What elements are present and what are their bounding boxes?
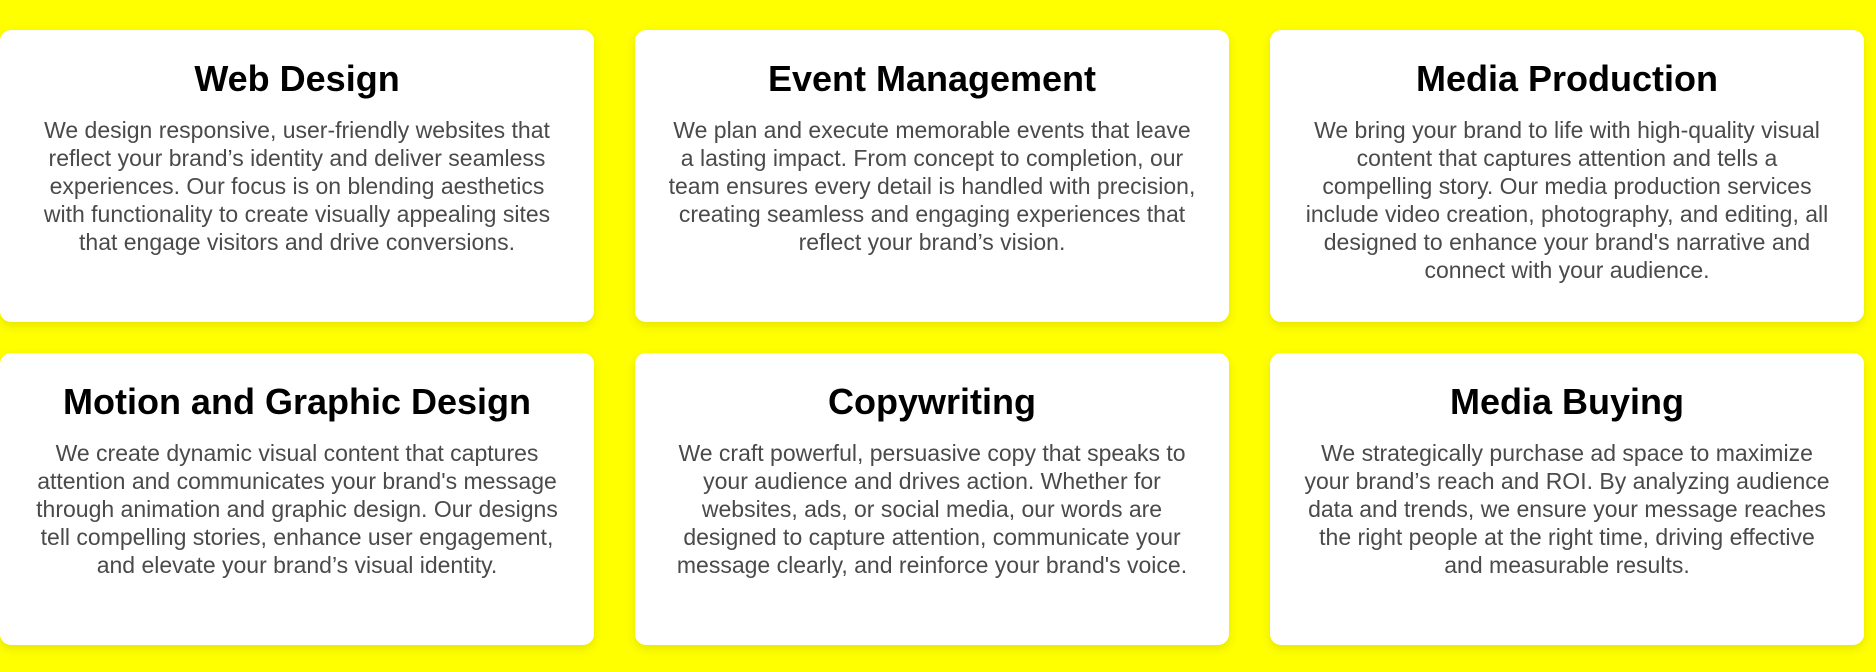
service-card-media-production: Media Production We bring your brand to … (1270, 30, 1864, 322)
service-title: Web Design (194, 58, 400, 99)
service-title: Event Management (767, 58, 1097, 99)
service-description: We plan and execute memorable events tha… (668, 117, 1196, 255)
services-grid: Web Design We design responsive, user-fr… (0, 30, 1864, 645)
service-title: Media Production (1415, 58, 1718, 99)
service-description: We craft powerful, persuasive copy that … (676, 440, 1188, 578)
service-description: We strategically purchase ad space to ma… (1304, 440, 1830, 578)
service-title: Copywriting (828, 381, 1036, 422)
service-description: We design responsive, user-friendly webs… (43, 117, 551, 255)
service-description: We create dynamic visual content that ca… (36, 440, 558, 578)
service-card-media-buying: Media Buying We strategically purchase a… (1270, 353, 1864, 645)
service-card-event-management: Event Management We plan and execute mem… (635, 30, 1229, 322)
service-card-copywriting: Copywriting We craft powerful, persuasiv… (635, 353, 1229, 645)
service-description: We bring your brand to life with high-qu… (1305, 117, 1829, 283)
service-card-motion-graphic-design: Motion and Graphic Design We create dyna… (0, 353, 594, 645)
service-title: Motion and Graphic Design (62, 381, 532, 422)
service-title: Media Buying (1449, 381, 1685, 422)
service-card-web-design: Web Design We design responsive, user-fr… (0, 30, 594, 322)
